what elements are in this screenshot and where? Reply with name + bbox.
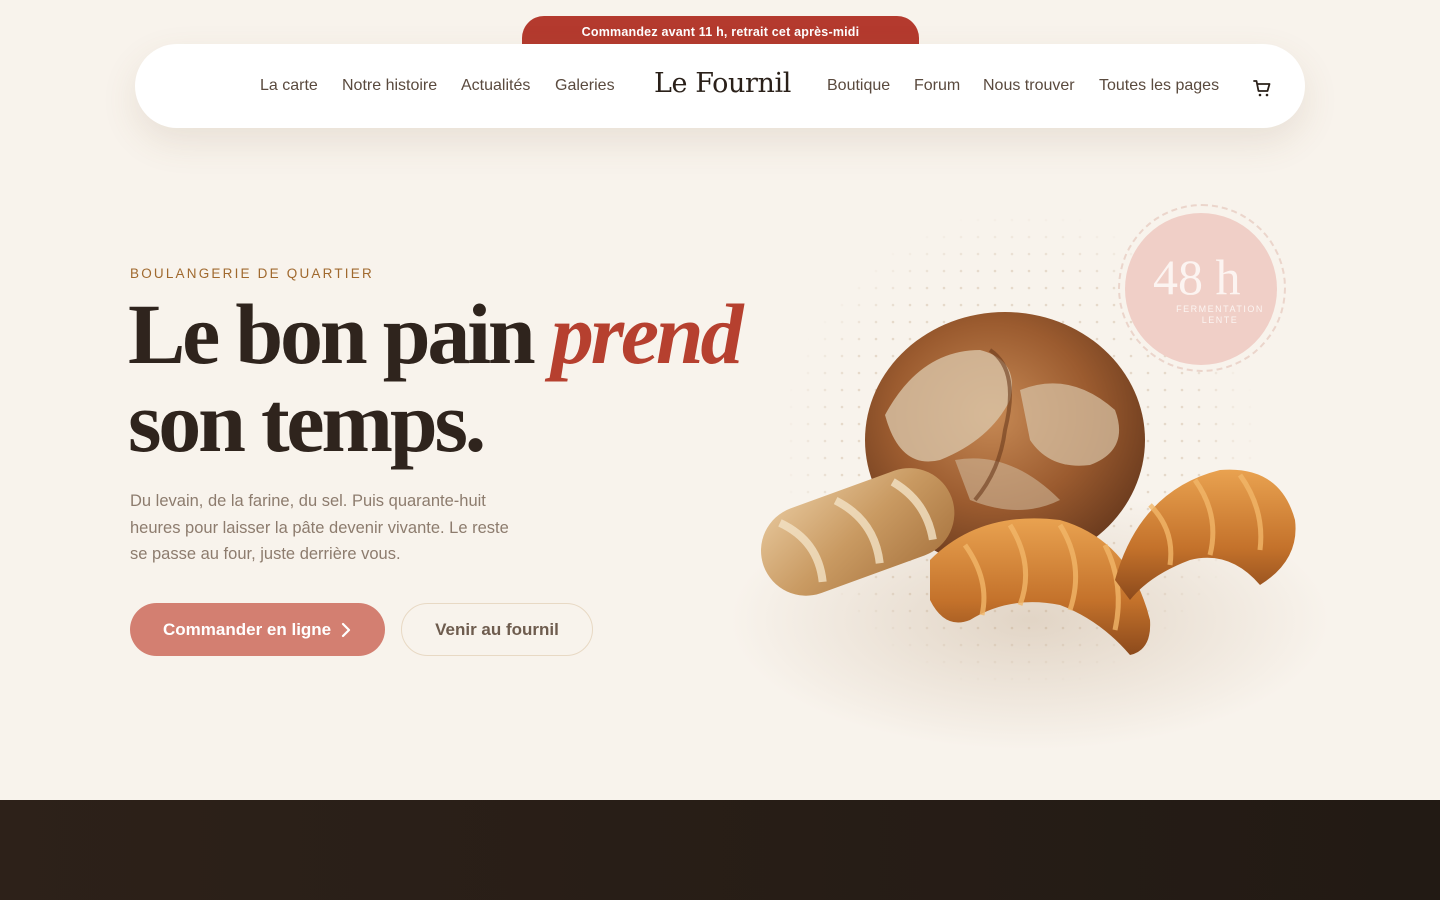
order-online-button[interactable]: Commander en ligne xyxy=(130,603,385,656)
headline-accent: prend xyxy=(550,286,744,382)
cart-icon[interactable] xyxy=(1251,77,1273,99)
badge-caption: FERMENTATION LENTE xyxy=(1176,304,1264,325)
hero-headline: Le bon pain prend son temps. xyxy=(128,290,768,466)
nav-item-toutes-les-pages[interactable]: Toutes les pages xyxy=(1099,77,1219,95)
order-deadline-text: Commandez avant 11 h, retrait cet après-… xyxy=(581,25,860,39)
main-navbar: La carte Notre histoire Actualités Galer… xyxy=(135,44,1305,128)
headline-part-2: son temps. xyxy=(128,374,486,470)
hero-eyebrow: BOULANGERIE DE QUARTIER xyxy=(130,266,374,281)
chevron-right-icon xyxy=(342,622,351,637)
nav-item-actualites[interactable]: Actualités xyxy=(461,77,530,95)
dark-section xyxy=(0,800,1440,900)
nav-item-forum[interactable]: Forum xyxy=(914,77,960,95)
badge-value: 48 h xyxy=(1153,249,1241,305)
visit-bakery-button[interactable]: Venir au fournil xyxy=(401,603,593,656)
headline-part-1: Le bon pain xyxy=(128,286,551,382)
nav-item-la-carte[interactable]: La carte xyxy=(260,77,318,95)
nav-item-nous-trouver[interactable]: Nous trouver xyxy=(983,77,1075,95)
nav-item-galeries[interactable]: Galeries xyxy=(555,77,615,95)
nav-item-boutique[interactable]: Boutique xyxy=(827,77,890,95)
order-online-label: Commander en ligne xyxy=(163,619,332,639)
brand-logo[interactable]: Le Fournil xyxy=(654,68,791,99)
hero-description: Du levain, de la farine, du sel. Puis qu… xyxy=(130,492,509,563)
nav-item-notre-histoire[interactable]: Notre histoire xyxy=(342,77,437,95)
visit-bakery-label: Venir au fournil xyxy=(435,619,559,639)
